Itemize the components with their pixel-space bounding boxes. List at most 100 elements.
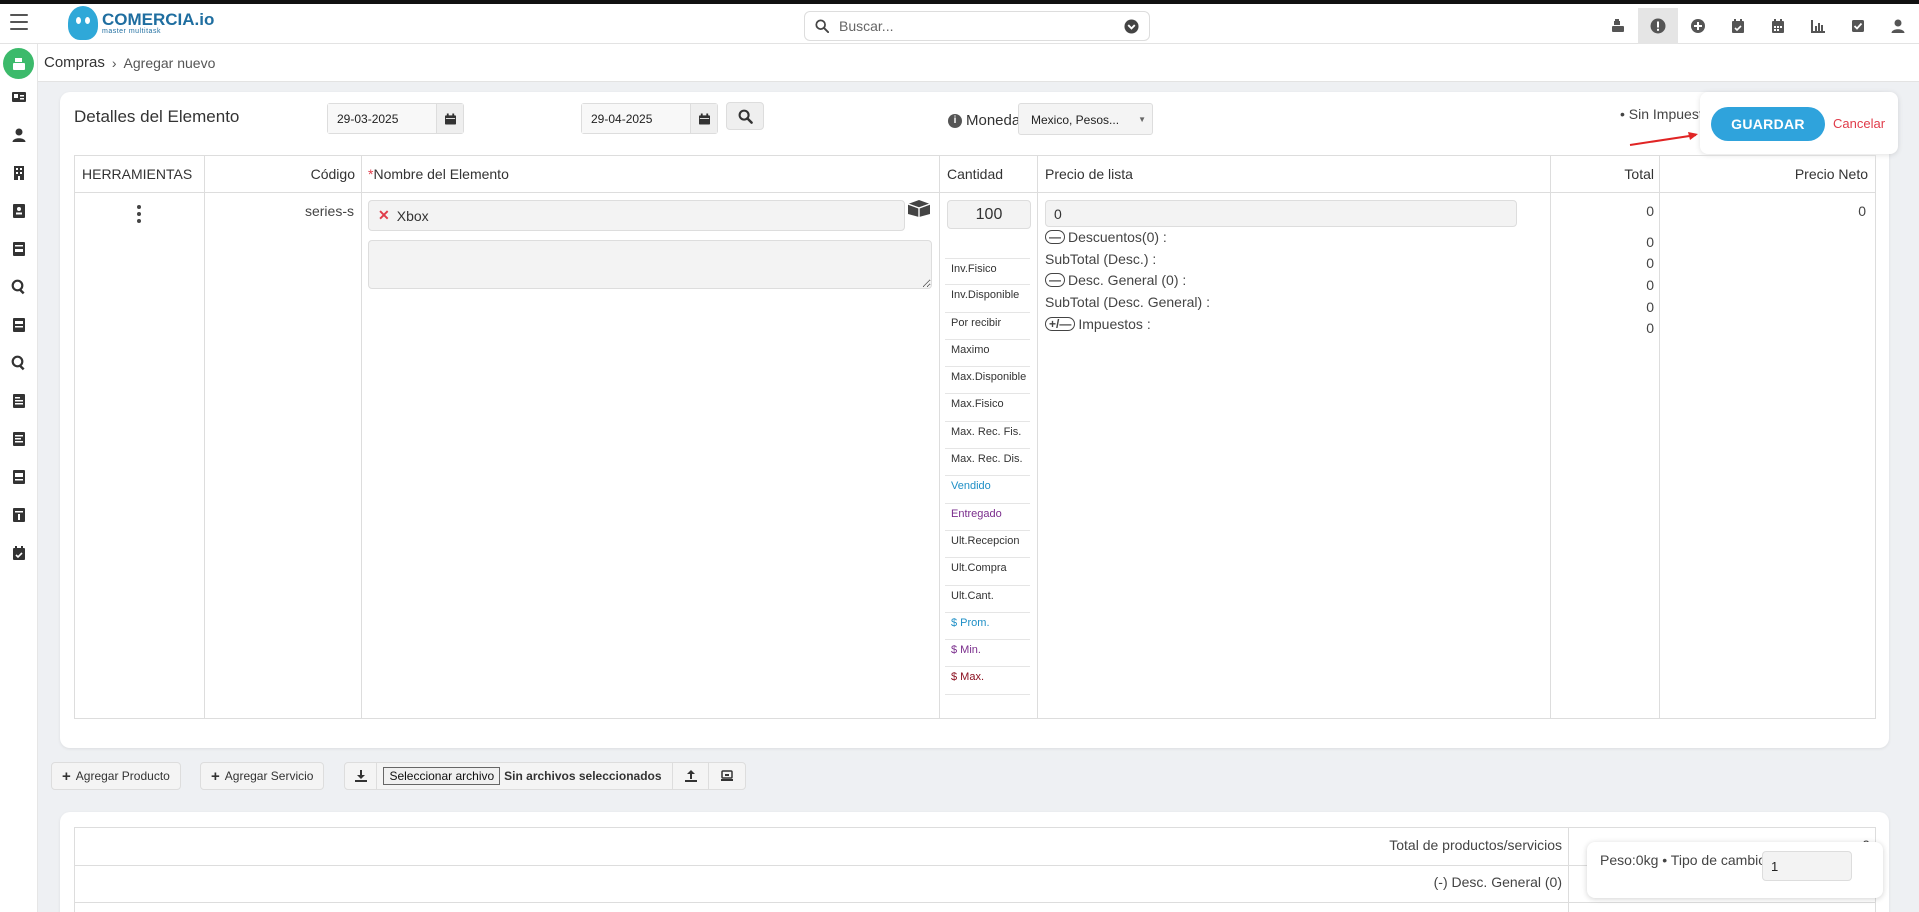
box-icon[interactable]: [906, 198, 932, 218]
plus-icon: +: [62, 767, 71, 785]
breadcrumb-current: Agregar nuevo: [123, 54, 216, 71]
book-icon[interactable]: [10, 240, 28, 258]
logo-mascot-icon: [68, 6, 98, 40]
breadcrumb-compras[interactable]: Compras: [44, 54, 105, 71]
exchange-rate-input[interactable]: [1762, 851, 1852, 881]
cancel-button[interactable]: Cancelar: [1833, 116, 1885, 131]
inventory-item[interactable]: Vendido: [945, 476, 1030, 504]
inventory-item[interactable]: Max. Rec. Dis.: [945, 449, 1030, 477]
sidebar: [0, 44, 38, 912]
item-description-field[interactable]: [368, 240, 932, 289]
subtotal-general-value: 0: [1646, 299, 1654, 315]
upload-icon[interactable]: [673, 763, 709, 789]
search-icon: [815, 19, 829, 33]
inventory-item[interactable]: Max.Fisico: [945, 394, 1030, 422]
col-divider: [1037, 155, 1038, 719]
alert-icon[interactable]: [1638, 8, 1678, 44]
chevron-right-icon: ›: [111, 54, 117, 71]
contact-icon[interactable]: [10, 202, 28, 220]
logo[interactable]: COMERCIA.io master multitask: [68, 6, 214, 40]
calendar-icon[interactable]: [436, 104, 463, 133]
minus-toggle-icon[interactable]: —: [1045, 230, 1065, 244]
inventory-item[interactable]: $ Max.: [945, 667, 1030, 695]
header-name: *Nombre del Elemento: [368, 166, 509, 182]
currency-label: i Moneda: [948, 112, 1020, 129]
inventory-item[interactable]: Max.Disponible: [945, 367, 1030, 395]
start-date-field: [327, 103, 464, 134]
user-icon[interactable]: [10, 126, 28, 144]
inventory-item[interactable]: Ult.Recepcion: [945, 531, 1030, 559]
currency-select[interactable]: Mexico, Pesos... ▼: [1018, 103, 1153, 135]
taxes-label: Impuestos :: [1078, 316, 1151, 332]
inventory-item[interactable]: Entregado: [945, 504, 1030, 531]
ledger-icon[interactable]: [10, 506, 28, 524]
search-input[interactable]: [839, 18, 1124, 34]
inventory-list: Inv.Fisico Inv.Disponible Por recibir Ma…: [945, 258, 1030, 695]
quantity-input[interactable]: [947, 200, 1031, 229]
general-discount-total-label: (-) Desc. General (0): [1433, 874, 1562, 890]
inventory-item[interactable]: Ult.Compra: [945, 558, 1030, 586]
inventory-item[interactable]: Maximo: [945, 340, 1030, 368]
download-icon[interactable]: [345, 763, 377, 789]
list-price-input[interactable]: [1045, 200, 1517, 227]
plus-minus-toggle-icon[interactable]: +/—: [1045, 317, 1076, 331]
checkbox-icon[interactable]: [1838, 8, 1878, 44]
info-icon[interactable]: i: [948, 113, 962, 128]
currency-value: Mexico, Pesos...: [1031, 113, 1120, 127]
cash-register-icon[interactable]: [1598, 8, 1638, 44]
inventory-item[interactable]: Inv.Disponible: [945, 285, 1030, 313]
item-name-field[interactable]: ✕ Xbox: [368, 200, 905, 231]
chevron-down-circle-icon[interactable]: [1124, 18, 1139, 34]
inventory-item[interactable]: $ Min.: [945, 640, 1030, 668]
calendar-check-icon[interactable]: [1718, 8, 1758, 44]
start-date-input[interactable]: [328, 104, 436, 133]
col-divider: [939, 155, 940, 719]
remove-tag-icon[interactable]: ✕: [378, 207, 390, 224]
date-search-button[interactable]: [726, 102, 764, 130]
add-product-button[interactable]: + Agregar Producto: [51, 762, 181, 790]
nc-icon[interactable]: [10, 468, 28, 486]
purchase-icon[interactable]: [3, 48, 34, 79]
monitor-icon[interactable]: [709, 763, 745, 789]
add-service-button[interactable]: + Agregar Servicio: [200, 762, 325, 790]
subtotal-general-line: SubTotal (Desc. General) :: [1045, 294, 1210, 310]
item-code: series-s: [304, 203, 354, 219]
calendar-check-icon[interactable]: [10, 544, 28, 562]
doc2-icon[interactable]: [10, 430, 28, 448]
inventory-item[interactable]: $ Prom.: [945, 613, 1030, 641]
inventory-item[interactable]: Ult.Cant.: [945, 586, 1030, 613]
col-divider: [1550, 155, 1551, 719]
minus-toggle-icon[interactable]: —: [1045, 273, 1065, 287]
weight-exchange-label: Peso:0kg • Tipo de cambio:: [1600, 852, 1770, 868]
choose-file-button[interactable]: Seleccionar archivo: [383, 767, 501, 785]
calendar-icon[interactable]: [690, 104, 717, 133]
file-status: Sin archivos seleccionados: [504, 769, 662, 783]
search-icon[interactable]: [10, 278, 28, 296]
row-actions-icon[interactable]: [137, 205, 141, 226]
caret-down-icon: ▼: [1138, 115, 1146, 124]
bill-icon[interactable]: [10, 316, 28, 334]
top-toolbar: [1598, 8, 1918, 44]
user-icon[interactable]: [1878, 8, 1918, 44]
inventory-item[interactable]: Por recibir: [945, 313, 1030, 340]
add-circle-icon[interactable]: [1678, 8, 1718, 44]
zoom-icon[interactable]: [10, 354, 28, 372]
subtotal-desc-label: SubTotal (Desc.) :: [1045, 251, 1157, 267]
general-discount-line: — Desc. General (0) :: [1045, 272, 1186, 288]
end-date-input[interactable]: [582, 104, 690, 133]
menu-icon[interactable]: [10, 14, 28, 30]
inventory-item[interactable]: Inv.Fisico: [945, 258, 1030, 286]
calendar-icon[interactable]: [1758, 8, 1798, 44]
id-card-icon[interactable]: [10, 88, 28, 106]
add-service-label: Agregar Servicio: [224, 769, 314, 783]
chart-icon[interactable]: [1798, 8, 1838, 44]
save-button[interactable]: GUARDAR: [1711, 107, 1825, 141]
row-total: 0: [1646, 203, 1654, 219]
tax-status-text: • Sin Impuestos: [1620, 106, 1700, 122]
page-title: Detalles del Elemento: [74, 107, 240, 126]
inventory-item[interactable]: Max. Rec. Fis.: [945, 422, 1030, 450]
building-icon[interactable]: [10, 164, 28, 182]
doc-icon[interactable]: [10, 392, 28, 410]
taxes-line: +/— Impuestos :: [1045, 316, 1151, 332]
discounts-value: 0: [1646, 234, 1654, 250]
